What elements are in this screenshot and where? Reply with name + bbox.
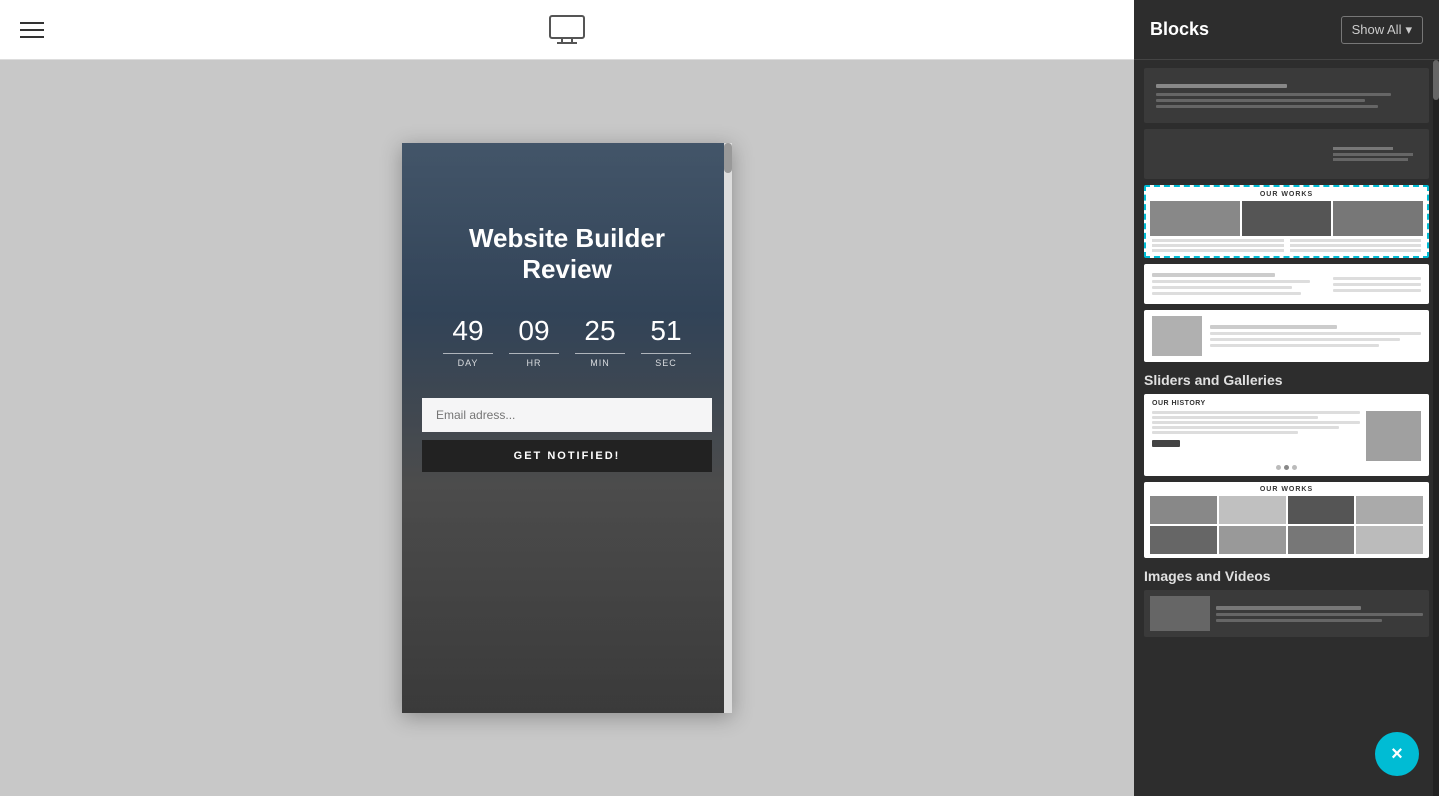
main-canvas-area: Website Builder Review 49 DAY 09 HR 25 M… xyxy=(0,0,1134,796)
block-thumb-text-small[interactable] xyxy=(1144,264,1429,304)
countdown-min-number: 25 xyxy=(575,315,625,354)
close-button[interactable]: × xyxy=(1375,732,1419,776)
sidebar-title: Blocks xyxy=(1150,19,1209,40)
block-thumb-image-right[interactable] xyxy=(1144,129,1429,179)
block-thumb-works-selected[interactable]: OUR WORKS xyxy=(1144,185,1429,258)
monitor-icon xyxy=(549,15,585,45)
preview-title: Website Builder Review xyxy=(422,223,712,285)
monitor-view-toggle[interactable] xyxy=(549,15,585,45)
countdown-hr-label: HR xyxy=(527,358,542,368)
countdown-sec-label: SEC xyxy=(655,358,677,368)
show-all-arrow: ▾ xyxy=(1405,22,1412,38)
sidebar-header: Blocks Show All ▾ xyxy=(1134,0,1439,60)
sidebar-scrollbar-thumb xyxy=(1433,60,1439,100)
notify-button[interactable]: GET NOTIFIED! xyxy=(422,440,712,472)
preview-frame: Website Builder Review 49 DAY 09 HR 25 M… xyxy=(402,143,732,713)
blocks-sidebar: Blocks Show All ▾ xyxy=(1134,0,1439,796)
countdown-sec-number: 51 xyxy=(641,315,691,354)
preview-scrollbar-thumb xyxy=(724,143,732,173)
countdown: 49 DAY 09 HR 25 MIN 51 SEC xyxy=(443,315,691,368)
sidebar-content: OUR WORKS xyxy=(1134,60,1439,796)
block-thumb-two-col[interactable] xyxy=(1144,310,1429,362)
countdown-min: 25 MIN xyxy=(575,315,625,368)
show-all-label: Show All xyxy=(1352,22,1402,37)
section-label-images: Images and Videos xyxy=(1144,568,1429,584)
block-thumb-dark-text[interactable] xyxy=(1144,68,1429,123)
hamburger-menu[interactable] xyxy=(20,22,44,38)
countdown-day-label: DAY xyxy=(458,358,479,368)
countdown-day: 49 DAY xyxy=(443,315,493,368)
countdown-hr-number: 09 xyxy=(509,315,559,354)
email-input-wrap xyxy=(422,398,712,432)
show-all-button[interactable]: Show All ▾ xyxy=(1341,16,1423,44)
preview-scrollbar[interactable] xyxy=(724,143,732,713)
countdown-min-label: MIN xyxy=(590,358,610,368)
countdown-day-number: 49 xyxy=(443,315,493,354)
block-thumb-image-video[interactable] xyxy=(1144,590,1429,637)
block-thumb-our-works-gallery[interactable]: OUR WORKS xyxy=(1144,482,1429,558)
sidebar-scrollbar[interactable] xyxy=(1433,60,1439,796)
countdown-hr: 09 HR xyxy=(509,315,559,368)
countdown-sec: 51 SEC xyxy=(641,315,691,368)
toolbar xyxy=(0,0,1134,60)
email-input[interactable] xyxy=(422,398,712,432)
block-thumb-history-slider[interactable]: OUR HISTORY xyxy=(1144,394,1429,476)
section-label-sliders: Sliders and Galleries xyxy=(1144,372,1429,388)
preview-content: Website Builder Review 49 DAY 09 HR 25 M… xyxy=(402,143,732,713)
canvas-area: Website Builder Review 49 DAY 09 HR 25 M… xyxy=(0,60,1134,796)
